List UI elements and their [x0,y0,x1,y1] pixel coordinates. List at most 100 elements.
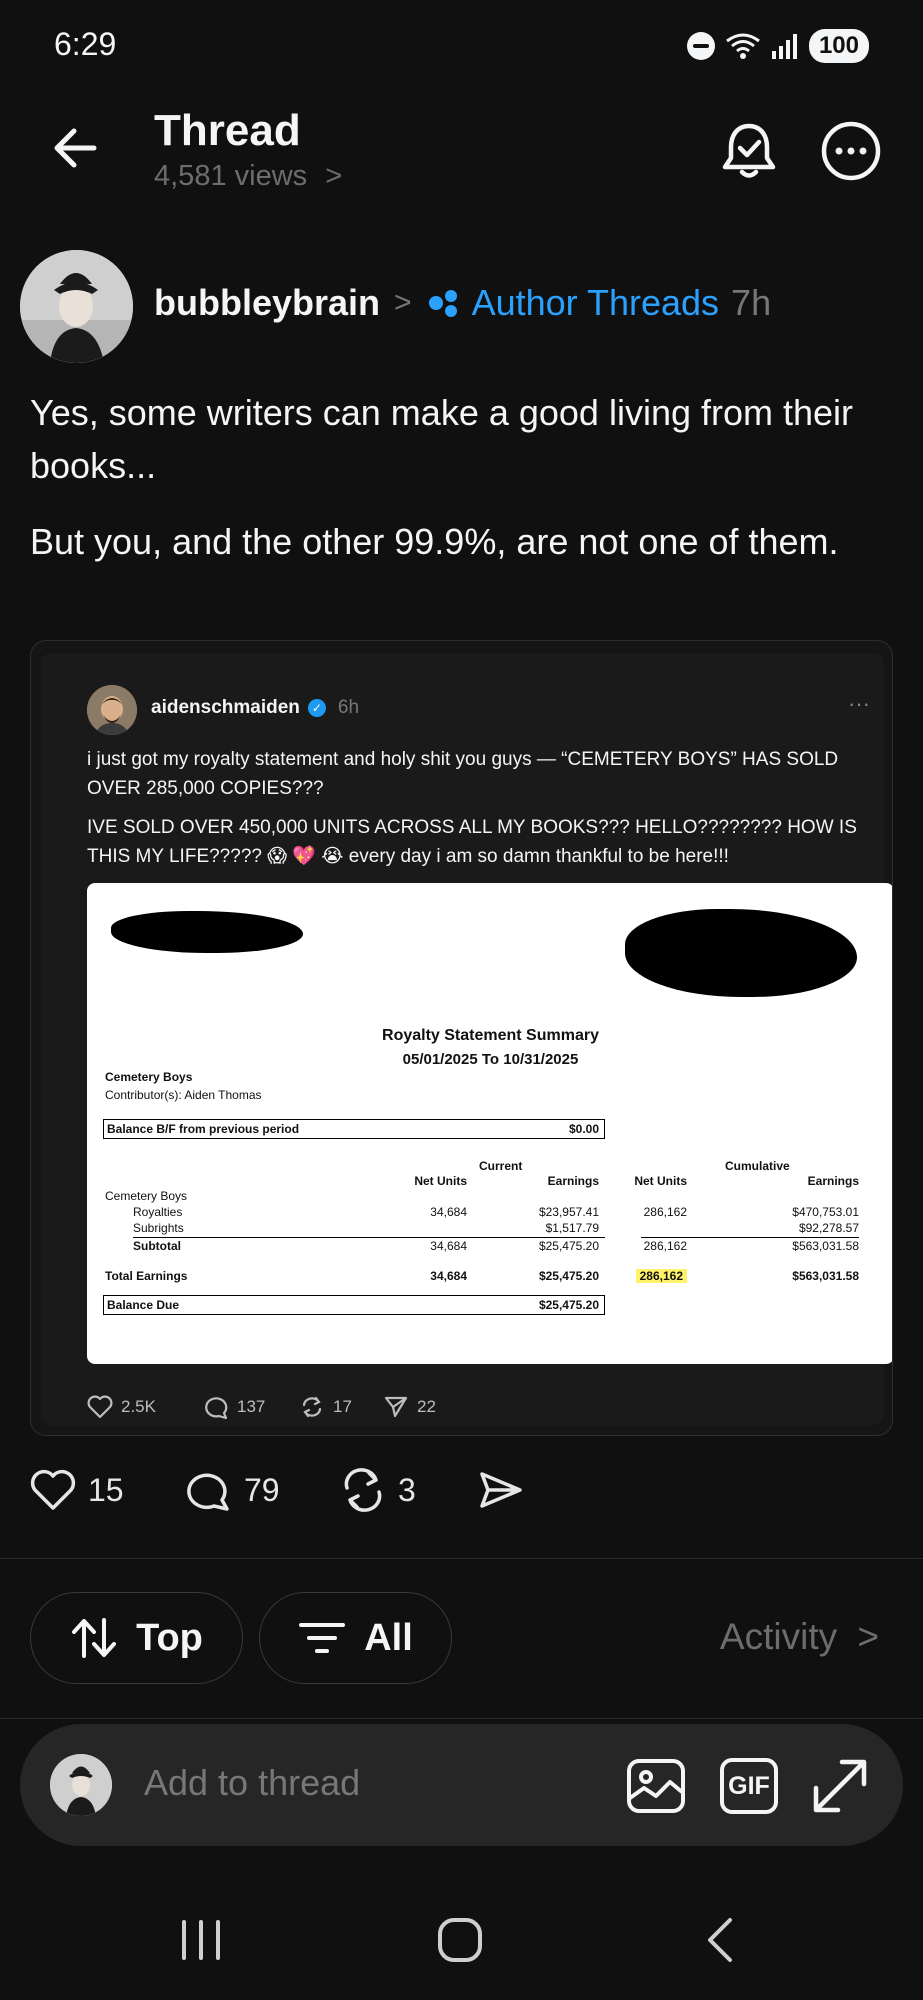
like-count: 15 [88,1471,124,1508]
section-label: Cemetery Boys [105,1189,188,1203]
sort-top-button[interactable]: Top [30,1592,243,1684]
more-options-icon[interactable] [820,120,882,182]
status-icons: 100 [686,26,869,66]
statement-period: 05/01/2025 To 10/31/2025 [402,1051,579,1068]
total-cur-units: 34,684 [430,1269,467,1283]
post-paragraph: But you, and the other 99.9%, are not on… [30,521,839,562]
balance-due-label: Balance Due [107,1298,180,1312]
heart-icon [87,1395,113,1419]
filter-label: All [364,1616,413,1659]
share-button[interactable] [478,1468,524,1512]
row-label: Royalties [133,1205,183,1219]
back-arrow-icon[interactable] [50,118,100,178]
row-cum-units: 286,162 [643,1205,687,1219]
gif-button[interactable]: GIF [720,1758,778,1814]
quoted-share-count: 22 [383,1395,436,1419]
quoted-reply-count: 137 [203,1395,265,1419]
post-time: 7h [731,282,772,323]
status-time: 6:29 [54,26,117,62]
add-to-thread-input[interactable]: Add to thread [144,1762,360,1804]
subtotal-rule [641,1237,859,1238]
row-cur-units: 34,684 [430,1205,467,1219]
community-name: Author Threads [471,282,720,323]
comment-icon [205,1397,228,1419]
total-cum-earn: $563,031.58 [792,1269,859,1283]
chevron-right-icon: > [325,160,343,192]
quoted-author-row: aidenschmaiden ✓ 6h [151,697,359,719]
activity-label: Activity [719,1616,838,1657]
quoted-post-time: 6h [337,697,360,718]
total-label: Total Earnings [105,1269,188,1283]
filter-all-button[interactable]: All [259,1592,452,1684]
row-cum-earn: $563,031.58 [792,1239,859,1253]
quoted-repost-count: 17 [299,1395,352,1419]
total-cum-units: 286,162 [635,1269,687,1283]
filter-lines-icon [299,1623,346,1653]
sort-label: Top [136,1616,203,1659]
community-link[interactable]: Author Threads [426,282,719,324]
post-paragraph: Yes, some writers can make a good living… [30,392,854,486]
quoted-likes-value: 2.5K [121,1397,156,1416]
row-cur-units: 34,684 [430,1239,467,1253]
quoted-author-name: aidenschmaiden [151,697,300,718]
statement-book: Cemetery Boys [105,1070,193,1084]
divider [0,1558,923,1559]
quoted-reposts-value: 17 [333,1397,352,1416]
quoted-author-avatar [87,685,137,735]
page-title: Thread [154,106,301,155]
chevron-right-icon: > [857,1616,879,1657]
send-icon [384,1396,408,1418]
reply-button[interactable]: 79 [186,1468,280,1512]
comment-icon [187,1473,229,1511]
wifi-icon [726,33,760,59]
signal-icon [771,34,797,59]
repost-count: 3 [398,1471,416,1508]
row-cum-earn: $92,278.57 [798,1221,859,1235]
verified-badge-icon: ✓ [307,699,326,717]
balance-bf-value: $0.00 [568,1122,599,1136]
view-count: 4,581 views [154,160,308,192]
current-header: Current [479,1159,523,1173]
recent-apps-icon[interactable] [176,1912,226,1968]
battery-indicator: 100 [808,29,869,63]
quoted-post-card[interactable]: aidenschmaiden ✓ 6h ··· i just got my ro… [30,640,893,1436]
chevron-right-icon: > [394,286,412,319]
row-cur-earn: $1,517.79 [545,1221,599,1235]
home-icon[interactable] [434,1912,490,1968]
total-cum-units-highlight: 286,162 [577,1269,687,1283]
royalty-statement-image: Royalty Statement Summary 05/01/2025 To … [87,883,892,1364]
community-icon [428,290,457,317]
heart-icon [30,1469,76,1510]
like-button[interactable]: 15 [30,1468,124,1512]
statement-title: Royalty Statement Summary [382,1027,599,1044]
author-avatar[interactable] [20,250,133,363]
quoted-replies-value: 137 [237,1397,266,1416]
subtotal-rule [133,1237,605,1238]
notification-bell-icon[interactable] [718,120,780,182]
user-avatar [50,1754,112,1816]
quoted-like-count: 2.5K [87,1395,156,1419]
repost-button[interactable]: 3 [340,1468,416,1512]
repost-icon [344,1468,382,1512]
sort-arrows-icon [72,1618,117,1658]
row-cum-earn: $470,753.01 [792,1205,859,1219]
cumulative-header: Cumulative [725,1159,790,1173]
back-icon[interactable] [700,1912,740,1968]
col-earnings: Earnings [807,1174,859,1188]
statement-contributors: Contributor(s): Aiden Thomas [105,1088,262,1102]
do-not-disturb-icon [686,32,715,60]
author-row: bubbleybrain > Author Threads 7h [154,282,771,324]
author-name[interactable]: bubbleybrain [154,282,380,324]
row-label: Subrights [133,1221,184,1235]
quoted-shares-value: 22 [417,1397,436,1416]
send-icon [480,1472,522,1508]
activity-link[interactable]: Activity > [720,1616,879,1658]
col-net-units: Net Units [414,1174,467,1188]
divider [0,1718,923,1719]
image-attach-icon[interactable] [626,1758,686,1814]
redaction-mark [625,909,857,997]
view-count-link[interactable]: 4,581 views > [154,160,342,193]
quoted-post: aidenschmaiden ✓ 6h ··· i just got my ro… [41,653,892,1425]
repost-icon [302,1396,322,1418]
expand-icon[interactable] [810,1756,870,1816]
